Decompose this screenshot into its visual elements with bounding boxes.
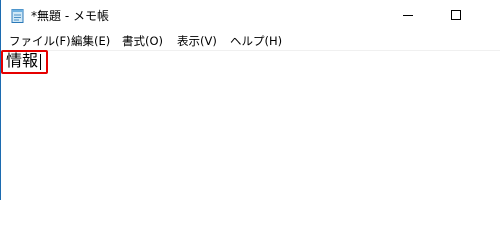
menu-file[interactable]: ファイル(F)	[8, 33, 72, 49]
notepad-icon	[11, 8, 25, 24]
window-title: *無題 - メモ帳	[31, 9, 109, 23]
menu-help[interactable]: ヘルプ(H)	[229, 33, 283, 49]
menu-bar: ファイル(F) 編集(E) 書式(O) 表示(V) ヘルプ(H)	[1, 32, 500, 51]
minimize-button[interactable]	[385, 0, 431, 32]
title-bar[interactable]: *無題 - メモ帳	[1, 0, 500, 32]
text-editor-area[interactable]: 情報	[1, 51, 500, 200]
maximize-button[interactable]	[433, 0, 479, 32]
notepad-window: *無題 - メモ帳 ファイル(F) 編集(E) 書式(O) 表示(V) ヘルプ(…	[0, 0, 500, 200]
highlight-box	[1, 50, 48, 74]
menu-view[interactable]: 表示(V)	[176, 33, 218, 49]
minimize-icon	[403, 15, 413, 16]
menu-edit[interactable]: 編集(E)	[70, 33, 111, 49]
menu-format[interactable]: 書式(O)	[121, 33, 164, 49]
maximize-icon	[451, 10, 461, 20]
